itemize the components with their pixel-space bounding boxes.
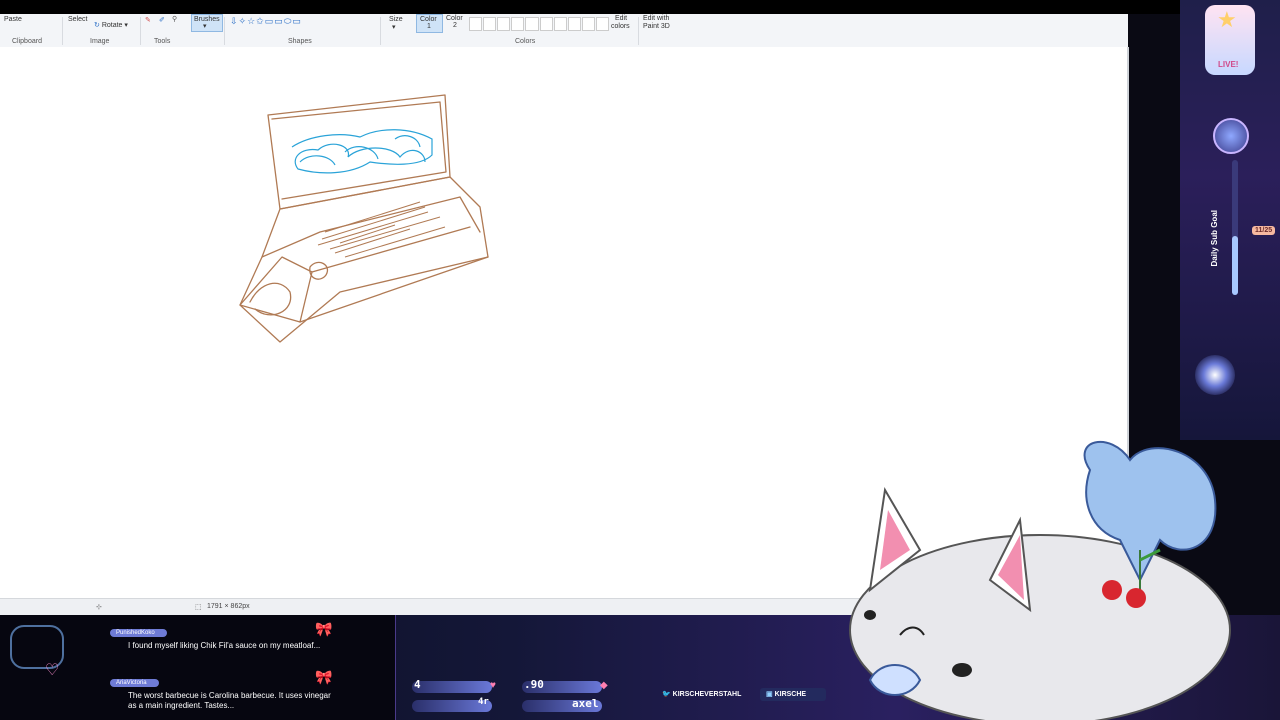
color2-button[interactable]: Color 2 bbox=[444, 14, 466, 31]
divider bbox=[62, 17, 63, 45]
stat-bar-left bbox=[412, 681, 492, 693]
chat-username: PunishedKoko bbox=[110, 629, 167, 637]
color-picker-icon[interactable]: ✐ bbox=[159, 16, 165, 24]
sub-goal-count: 11/25 bbox=[1252, 226, 1276, 235]
divider bbox=[140, 17, 141, 45]
discord-icon: ▣ bbox=[766, 691, 773, 698]
twitter-link[interactable]: 🐦 KIRSCHEVERSTAHL bbox=[662, 688, 754, 701]
stream-sidebar: ★ LIVE! Daily Sub Goal 11/25 bbox=[1180, 0, 1280, 440]
color1-num: 1 bbox=[427, 23, 431, 30]
edit-colors-button[interactable]: Edit colors bbox=[610, 14, 636, 44]
size-button[interactable]: Size bbox=[389, 16, 403, 23]
discord-handle: KIRSCHE bbox=[774, 691, 807, 698]
gem-icon: ◆ bbox=[600, 680, 608, 691]
paint3d-line1: Edit with bbox=[643, 15, 670, 22]
chat-panel: ♡ PunishedKoko I found myself liking Chi… bbox=[0, 615, 396, 720]
stat-left-value: 4 bbox=[414, 678, 421, 691]
top-bar bbox=[0, 0, 1280, 14]
edit-colors-line1: Edit bbox=[615, 15, 628, 22]
image-label: Image bbox=[90, 38, 110, 45]
shapes-label: Shapes bbox=[288, 38, 312, 45]
colors-label: Colors bbox=[515, 38, 536, 45]
color1-label: Color bbox=[420, 16, 437, 23]
paste-button[interactable]: Paste bbox=[4, 16, 22, 23]
edit-colors-line2: colors bbox=[611, 23, 630, 30]
keyboard-scribble bbox=[317, 201, 446, 258]
stat-mid-value: .90 bbox=[524, 678, 544, 691]
chevron-down-icon: ▾ bbox=[203, 23, 207, 30]
clipboard-label: Clipboard bbox=[12, 38, 42, 45]
brushes-label: Brushes bbox=[194, 16, 220, 23]
butterfly-icon bbox=[1213, 118, 1249, 154]
chat-text: I found myself liking Chik Fil'a sauce o… bbox=[128, 641, 321, 650]
chat-message: AriaVictoria The worst barbecue is Carol… bbox=[110, 671, 340, 711]
sub-goal-label: Daily Sub Goal bbox=[1210, 210, 1219, 267]
chevron-down-icon: ▾ bbox=[392, 24, 396, 31]
palette-swatch[interactable] bbox=[581, 17, 595, 31]
chat-message: PunishedKoko I found myself liking Chik … bbox=[110, 621, 340, 651]
discord-link[interactable]: ▣ KIRSCHE bbox=[760, 688, 826, 701]
rotate-label: Rotate ▾ bbox=[101, 22, 128, 29]
palette-swatch[interactable] bbox=[567, 17, 581, 31]
brushes-group: Brushes ▾ bbox=[191, 14, 223, 47]
status-bar: ⊹ ⬚ 1791 × 862px bbox=[0, 598, 860, 616]
palette-swatch[interactable] bbox=[553, 17, 567, 31]
divider bbox=[638, 17, 639, 45]
divider bbox=[380, 17, 381, 45]
chat-username: AriaVictoria bbox=[110, 679, 159, 687]
heart-icon: ♡ bbox=[45, 662, 60, 679]
live-badge: ★ LIVE! bbox=[1205, 5, 1255, 75]
edit-with-paint3d-button[interactable]: Edit with Paint 3D bbox=[642, 14, 678, 44]
paint-ribbon: Paste Clipboard Select ↻ Rotate ▾ Image … bbox=[0, 14, 1128, 48]
heart-icon: ♥ bbox=[490, 680, 496, 691]
bow-icon: 🎀 bbox=[315, 669, 333, 685]
stat-bottom-mid: axel bbox=[572, 697, 599, 710]
divider bbox=[224, 17, 225, 45]
chat-text: The worst barbecue is Carolina barbecue.… bbox=[128, 691, 331, 710]
laptop-sketch bbox=[239, 94, 489, 343]
palette-swatch[interactable] bbox=[469, 17, 483, 31]
palette-swatch[interactable] bbox=[595, 17, 609, 31]
screen-scribble bbox=[291, 129, 433, 174]
color2-num: 2 bbox=[453, 22, 457, 29]
brushes-button[interactable]: Brushes ▾ bbox=[191, 14, 223, 32]
mascot-cat-image bbox=[849, 441, 1231, 720]
magnifier-icon[interactable]: ⚲ bbox=[172, 15, 177, 23]
stat-bottom-left: 4r bbox=[478, 697, 489, 707]
color2-label: Color bbox=[446, 15, 463, 22]
palette-swatch[interactable] bbox=[525, 17, 539, 31]
rotate-icon: ↻ bbox=[94, 22, 100, 29]
star-icon: ★ bbox=[1217, 7, 1237, 32]
palette-swatch[interactable] bbox=[483, 17, 497, 31]
live-label: LIVE! bbox=[1218, 60, 1239, 69]
palette-swatch[interactable] bbox=[497, 17, 511, 31]
shapes-gallery-icon[interactable]: ⇩✧☆✩▭▭⬭▭ bbox=[230, 16, 302, 27]
size-group: Size ▾ bbox=[384, 14, 414, 47]
paint3d-line2: Paint 3D bbox=[643, 23, 670, 30]
canvas-size-icon: ⬚ bbox=[195, 604, 202, 611]
canvas-dimensions: 1791 × 862px bbox=[207, 603, 250, 610]
twitter-icon: 🐦 bbox=[662, 691, 671, 698]
color1-button[interactable]: Color 1 bbox=[416, 14, 443, 33]
tools-group: ✎ ✐ ⚲ Tools bbox=[142, 14, 192, 47]
shapes-group: ⇩✧☆✩▭▭⬭▭ Shapes bbox=[228, 14, 378, 47]
rotate-button[interactable]: ↻ Rotate ▾ bbox=[94, 21, 128, 29]
sparkle-icon bbox=[1195, 355, 1235, 395]
bow-icon: 🎀 bbox=[315, 621, 333, 637]
sub-goal-fill bbox=[1232, 236, 1238, 295]
clipboard-group: Paste Clipboard bbox=[0, 14, 60, 47]
select-button[interactable]: Select bbox=[68, 16, 87, 23]
color-palette bbox=[469, 17, 609, 31]
image-group: Select ↻ Rotate ▾ Image bbox=[64, 14, 144, 47]
palette-swatch[interactable] bbox=[511, 17, 525, 31]
sub-goal-track bbox=[1232, 160, 1238, 295]
twitter-handle: KIRSCHEVERSTAHL bbox=[672, 691, 742, 698]
palette-swatch[interactable] bbox=[539, 17, 553, 31]
eraser-icon[interactable]: ✎ bbox=[145, 16, 151, 24]
tools-label: Tools bbox=[154, 38, 171, 45]
cursor-icon: ⊹ bbox=[96, 604, 102, 611]
